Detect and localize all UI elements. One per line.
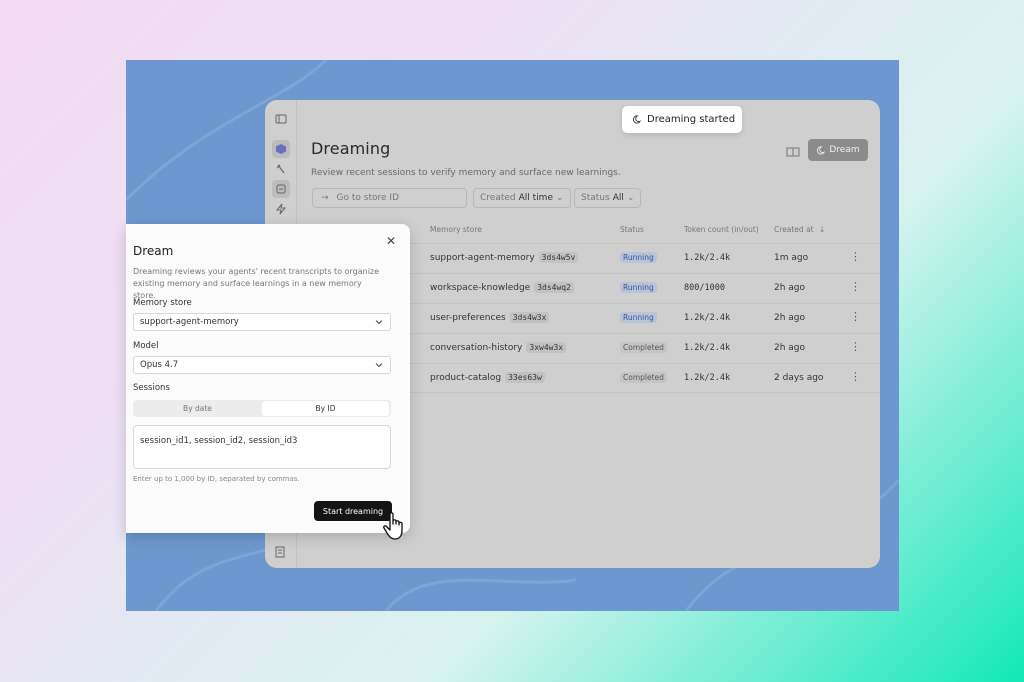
store-name[interactable]: user-preferences: [430, 313, 506, 323]
chevron-down-icon: ⌄: [626, 193, 635, 203]
status-badge: Completed: [620, 342, 667, 353]
store-id: 3xw4w3x: [526, 342, 567, 353]
store-id: 3ds4wq2: [534, 282, 574, 293]
toast-text: Dreaming started: [647, 114, 736, 125]
more-options-icon[interactable]: ⋮: [850, 280, 861, 293]
sidebar-item-bolt-icon[interactable]: [272, 200, 290, 218]
created-filter-value: All time: [518, 193, 553, 203]
moon-icon: [632, 115, 641, 124]
more-options-icon[interactable]: ⋮: [850, 340, 861, 353]
memory-store-value: support-agent-memory: [140, 317, 239, 327]
status-badge: Completed: [620, 372, 667, 383]
tab-by-date[interactable]: By date: [133, 400, 262, 417]
col-status[interactable]: Status: [620, 225, 644, 234]
dream-modal: Dream ✕ Dreaming reviews your agents' re…: [126, 224, 410, 533]
store-name[interactable]: support-agent-memory: [430, 253, 535, 263]
token-count: 1.2k/2.4k: [684, 253, 731, 263]
token-count: 1.2k/2.4k: [684, 313, 731, 323]
more-options-icon[interactable]: ⋮: [850, 250, 861, 263]
created-at: 1m ago: [774, 253, 809, 263]
chevron-down-icon: ⌄: [555, 193, 564, 203]
status-badge: Running: [620, 312, 657, 323]
status-badge: Running: [620, 282, 657, 293]
dream-button[interactable]: Dream: [808, 139, 868, 161]
status-filter-label: Status: [581, 193, 610, 203]
more-options-icon[interactable]: ⋮: [850, 370, 861, 383]
close-icon[interactable]: ✕: [385, 235, 397, 247]
building-icon[interactable]: [274, 543, 288, 558]
status-badge: Running: [620, 252, 657, 263]
toast-notification: Dreaming started: [622, 106, 742, 133]
status-filter-value: All: [612, 193, 624, 203]
col-created-at[interactable]: Created at: [774, 225, 814, 234]
created-at: 2h ago: [774, 313, 806, 323]
memory-store-label: Memory store: [133, 298, 192, 308]
moon-icon: [817, 145, 826, 154]
store-name[interactable]: product-catalog: [430, 373, 501, 383]
store-name[interactable]: workspace-knowledge: [430, 283, 530, 293]
more-options-icon[interactable]: ⋮: [850, 310, 861, 323]
created-at: 2h ago: [774, 343, 806, 353]
sessions-segmented-control: By date By ID: [133, 400, 391, 417]
dream-button-label: Dream: [829, 145, 860, 155]
store-id: 3ds4w5v: [538, 252, 579, 263]
chevron-down-icon: [375, 320, 383, 325]
store-id: 33es63w: [505, 372, 545, 383]
created-filter-label: Created: [480, 193, 516, 203]
search-placeholder: Go to store ID: [336, 193, 399, 203]
book-icon[interactable]: [785, 144, 801, 158]
search-input[interactable]: → Go to store ID: [312, 188, 467, 208]
modal-description: Dreaming reviews your agents' recent tra…: [133, 267, 380, 300]
modal-title: Dream: [133, 244, 174, 258]
created-filter[interactable]: Created All time ⌄: [473, 188, 571, 208]
page-subtitle: Review recent sessions to verify memory …: [311, 168, 621, 178]
sidebar-toggle-icon[interactable]: [272, 110, 290, 128]
hand-cursor-icon: [383, 512, 403, 540]
session-ids-hint: Enter up to 1,000 by ID, separated by co…: [133, 475, 300, 483]
col-memory-store[interactable]: Memory store: [430, 225, 482, 234]
memory-store-select[interactable]: support-agent-memory: [133, 313, 391, 331]
model-value: Opus 4.7: [140, 360, 179, 370]
store-id: 3ds4w3x: [509, 312, 550, 323]
tab-by-id[interactable]: By ID: [262, 401, 389, 416]
token-count: 800/1000: [684, 283, 725, 293]
sort-arrow-icon[interactable]: ↓: [819, 225, 825, 234]
store-name[interactable]: conversation-history: [430, 343, 522, 353]
model-label: Model: [133, 341, 159, 351]
session-ids-textarea[interactable]: session_id1, session_id2, session_id3: [133, 425, 391, 469]
created-at: 2 days ago: [774, 373, 824, 383]
sidebar-item-memory-icon[interactable]: [272, 180, 290, 198]
sidebar-item-cube-icon[interactable]: [272, 140, 290, 158]
created-at: 2h ago: [774, 283, 806, 293]
token-count: 1.2k/2.4k: [684, 373, 731, 383]
page-title: Dreaming: [311, 139, 391, 158]
status-filter[interactable]: Status All ⌄: [574, 188, 642, 208]
col-token-count[interactable]: Token count (in/out): [684, 225, 759, 234]
chevron-down-icon: [375, 363, 383, 368]
sessions-label: Sessions: [133, 383, 170, 393]
arrow-right-icon: →: [321, 193, 329, 203]
model-select[interactable]: Opus 4.7: [133, 356, 391, 374]
sidebar-item-tool-icon[interactable]: [272, 160, 290, 178]
token-count: 1.2k/2.4k: [684, 343, 731, 353]
